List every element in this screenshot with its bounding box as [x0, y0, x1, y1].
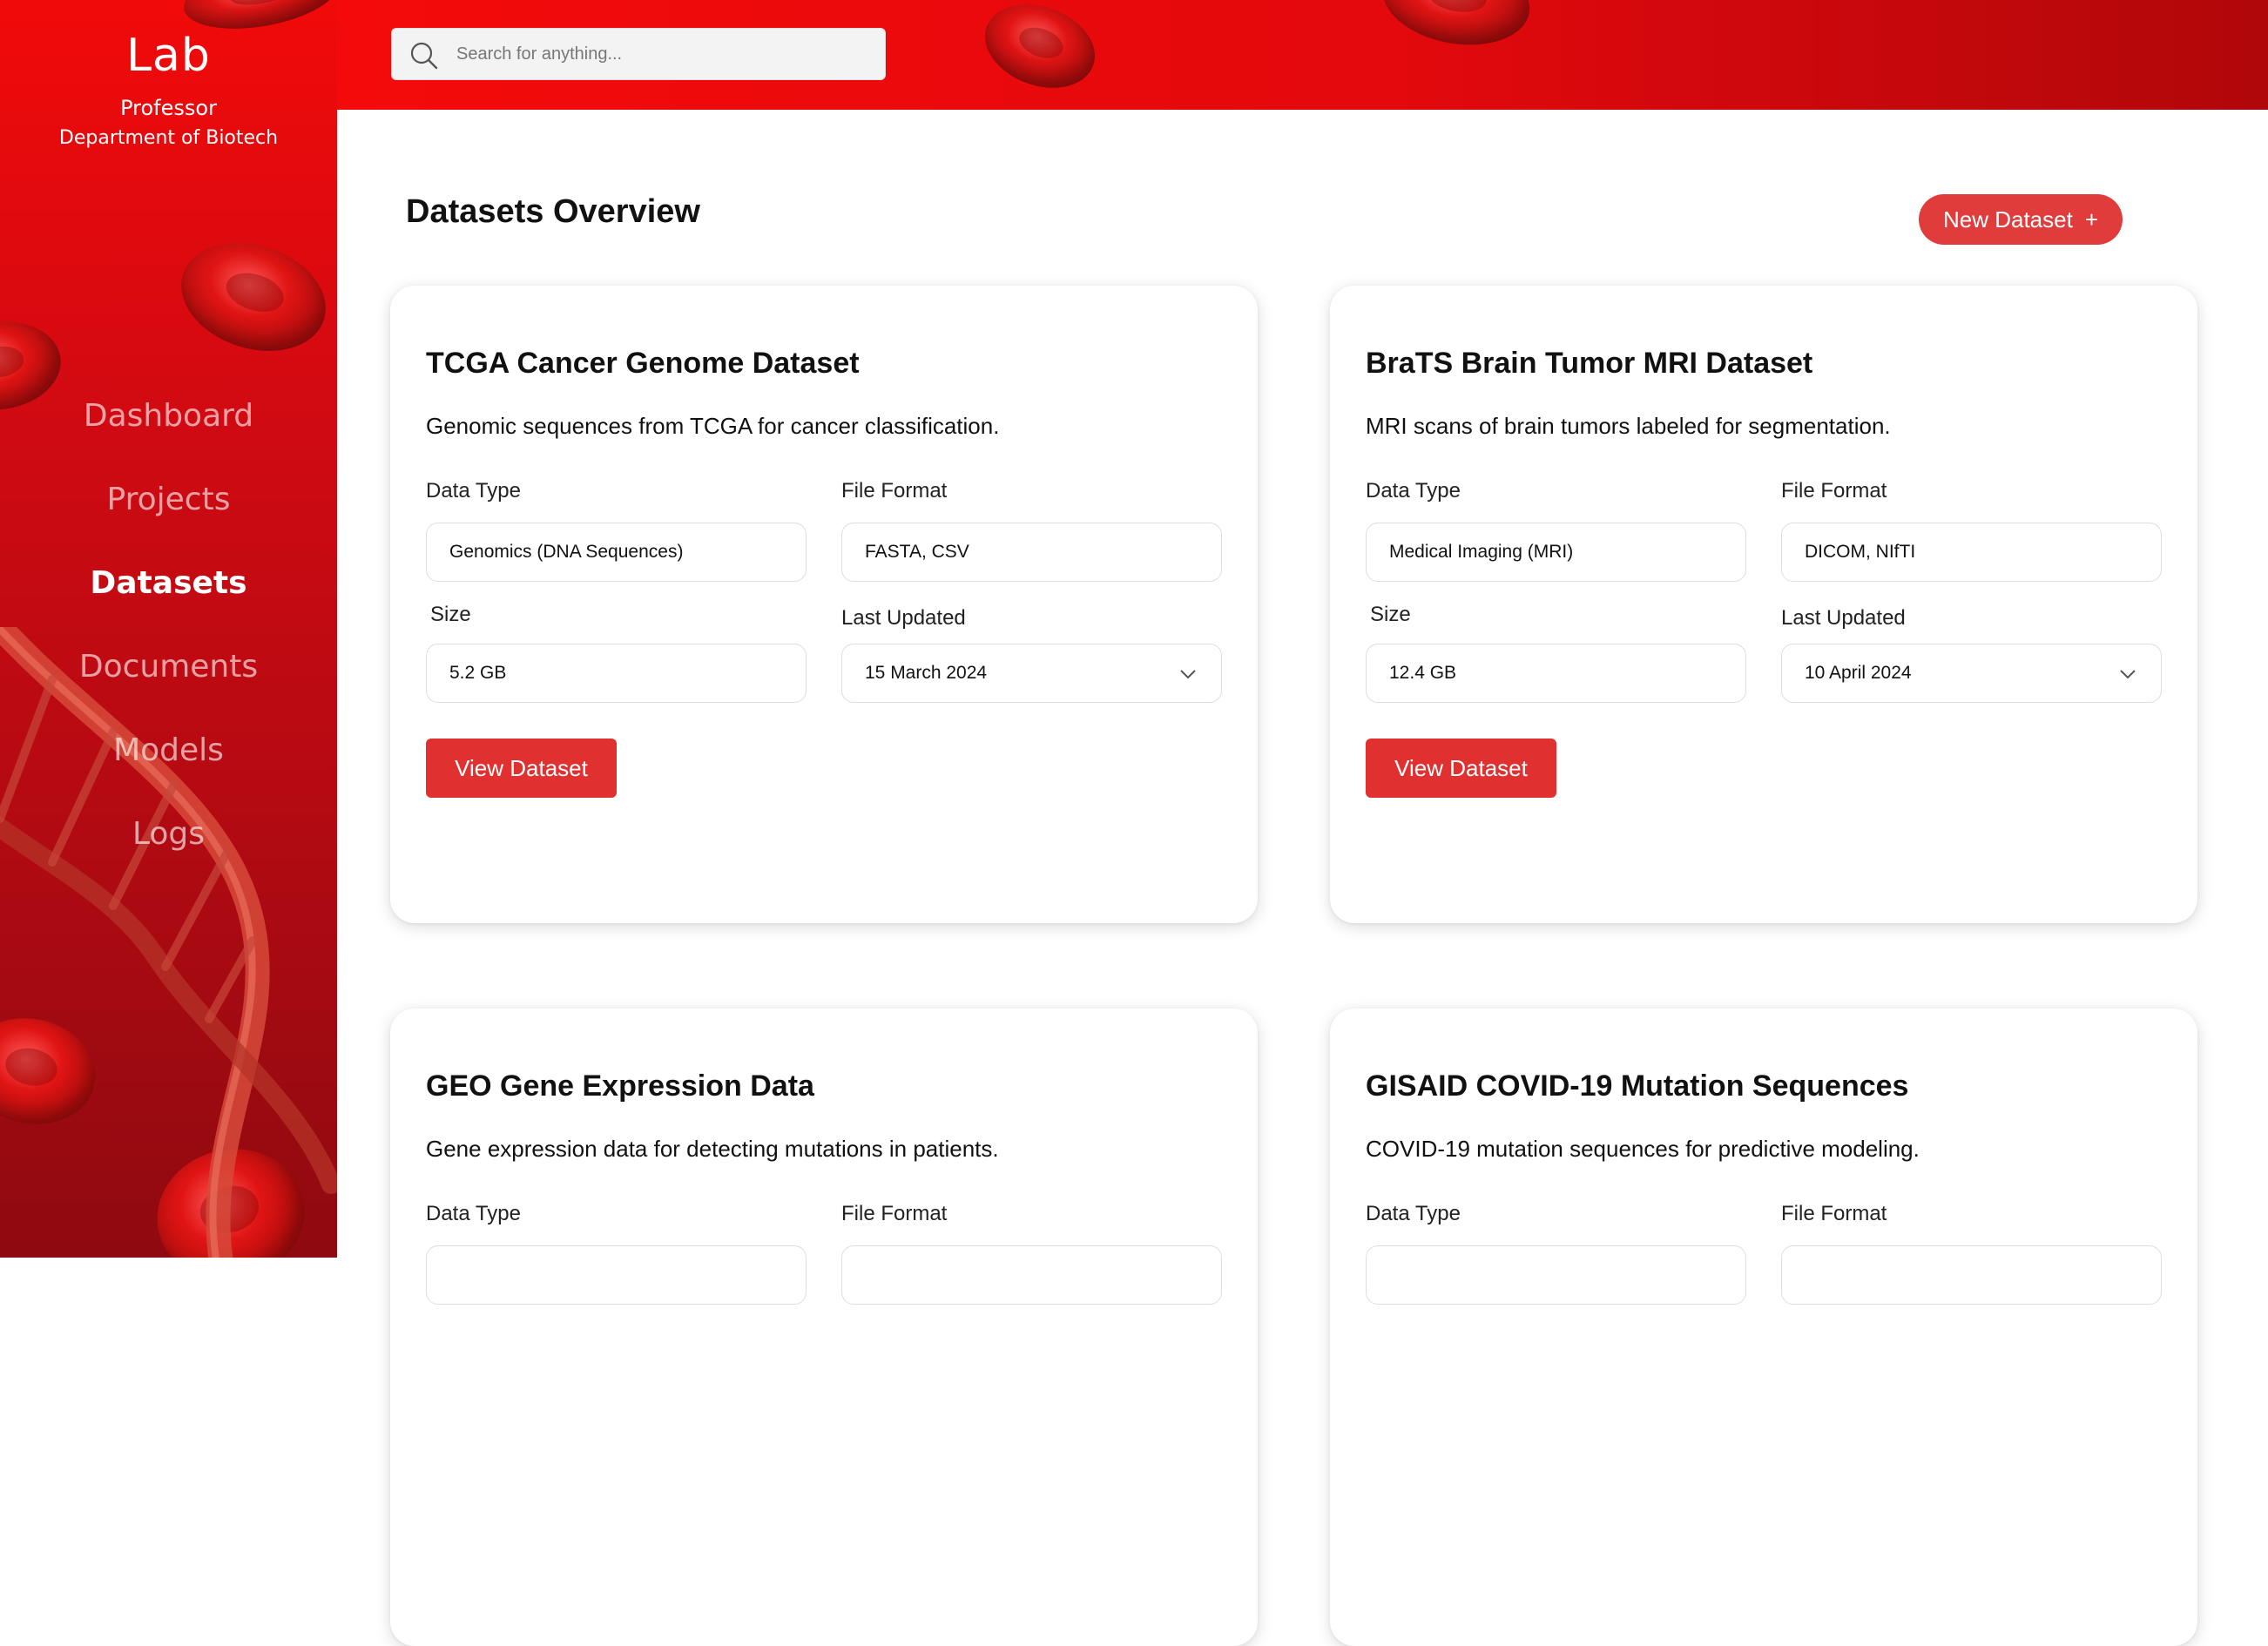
data-type-field[interactable]	[426, 1245, 807, 1305]
view-dataset-button[interactable]: View Dataset	[1366, 739, 1556, 798]
last-updated-select[interactable]: 10 April 2024	[1781, 644, 2162, 703]
file-format-label: File Format	[841, 1202, 948, 1225]
last-updated-value: 15 March 2024	[865, 663, 988, 683]
dataset-description: COVID-19 mutation sequences for predicti…	[1366, 1136, 1920, 1162]
plus-icon: +	[2084, 206, 2099, 233]
view-dataset-button[interactable]: View Dataset	[426, 739, 617, 798]
dataset-description: Genomic sequences from TCGA for cancer c…	[426, 413, 1000, 439]
dataset-card: GISAID COVID-19 Mutation Sequences COVID…	[1330, 1009, 2197, 1646]
red-blood-cell-decoration	[1375, 0, 1537, 57]
data-type-label: Data Type	[426, 1202, 521, 1225]
sidebar-nav: Dashboard Projects Datasets Documents Mo…	[0, 374, 337, 876]
data-type-field[interactable]	[1366, 1245, 1746, 1305]
file-format-field[interactable]	[841, 1245, 1222, 1305]
top-header	[337, 0, 2268, 110]
new-dataset-button[interactable]: New Dataset +	[1919, 194, 2123, 245]
sidebar-item-datasets[interactable]: Datasets	[0, 542, 337, 625]
size-label: Size	[1370, 603, 1411, 626]
search-icon	[410, 42, 438, 70]
sidebar-item-models[interactable]: Models	[0, 709, 337, 793]
data-type-label: Data Type	[426, 479, 521, 503]
file-format-field[interactable]: DICOM, NIfTI	[1781, 523, 2162, 582]
sidebar: Lab Professor Department of Biotech Dash…	[0, 0, 337, 1258]
sidebar-item-logs[interactable]: Logs	[0, 793, 337, 876]
dataset-title: BraTS Brain Tumor MRI Dataset	[1366, 347, 1813, 380]
chevron-down-icon	[2120, 670, 2136, 679]
sidebar-item-dashboard[interactable]: Dashboard	[0, 374, 337, 458]
data-type-field[interactable]: Genomics (DNA Sequences)	[426, 523, 807, 582]
size-field[interactable]: 5.2 GB	[426, 644, 807, 703]
dataset-description: MRI scans of brain tumors labeled for se…	[1366, 413, 1891, 439]
file-format-field[interactable]: FASTA, CSV	[841, 523, 1222, 582]
file-format-field[interactable]	[1781, 1245, 2162, 1305]
page-title: Datasets Overview	[406, 193, 700, 230]
last-updated-label: Last Updated	[841, 606, 966, 630]
last-updated-select[interactable]: 15 March 2024	[841, 644, 1222, 703]
search-input[interactable]	[456, 29, 874, 79]
brand-logo: Lab	[126, 30, 211, 82]
size-field[interactable]: 12.4 GB	[1366, 644, 1746, 703]
dataset-card: GEO Gene Expression Data Gene expression…	[390, 1009, 1258, 1646]
file-format-label: File Format	[841, 479, 948, 503]
user-department: Department of Biotech	[58, 127, 279, 149]
dataset-description: Gene expression data for detecting mutat…	[426, 1136, 999, 1162]
data-type-label: Data Type	[1366, 479, 1461, 503]
search-bar[interactable]	[391, 28, 886, 80]
file-format-label: File Format	[1781, 479, 1887, 503]
dataset-title: GEO Gene Expression Data	[426, 1069, 814, 1103]
dataset-card: TCGA Cancer Genome Dataset Genomic seque…	[390, 286, 1258, 923]
file-format-label: File Format	[1781, 1202, 1887, 1225]
data-type-field[interactable]: Medical Imaging (MRI)	[1366, 523, 1746, 582]
last-updated-value: 10 April 2024	[1805, 663, 1912, 683]
dataset-title: TCGA Cancer Genome Dataset	[426, 347, 860, 380]
dataset-card: BraTS Brain Tumor MRI Dataset MRI scans …	[1330, 286, 2197, 923]
data-type-label: Data Type	[1366, 1202, 1461, 1225]
size-label: Size	[430, 603, 471, 626]
sidebar-item-projects[interactable]: Projects	[0, 458, 337, 542]
dataset-title: GISAID COVID-19 Mutation Sequences	[1366, 1069, 1909, 1103]
user-role: Professor	[120, 96, 217, 120]
red-blood-cell-decoration	[166, 225, 337, 369]
red-blood-cell-decoration	[973, 0, 1107, 103]
sidebar-item-documents[interactable]: Documents	[0, 625, 337, 709]
chevron-down-icon	[1180, 670, 1196, 679]
last-updated-label: Last Updated	[1781, 606, 1906, 630]
new-dataset-label: New Dataset	[1942, 206, 2073, 233]
